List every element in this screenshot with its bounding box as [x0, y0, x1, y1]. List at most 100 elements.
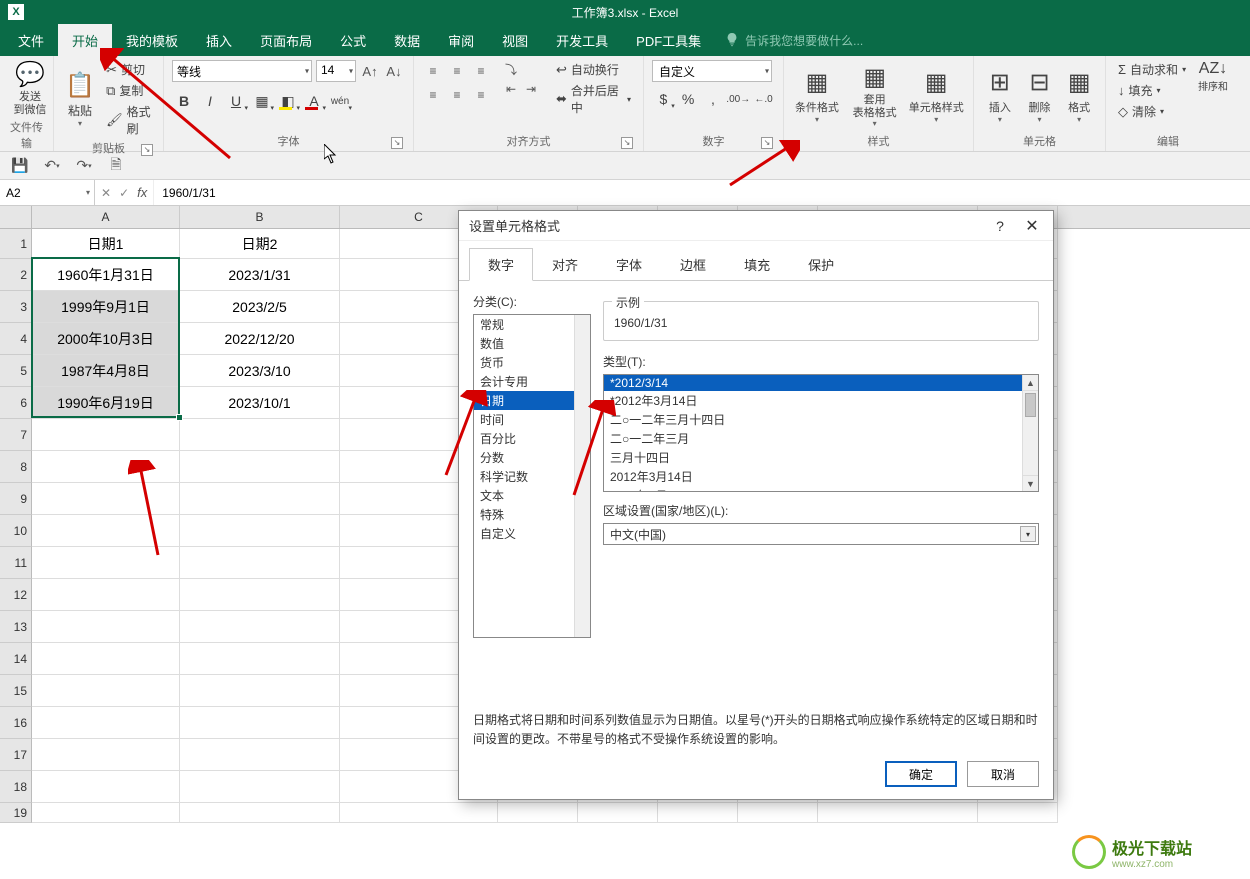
category-item[interactable]: 文本 [474, 486, 590, 505]
dialog-tab-protection[interactable]: 保护 [789, 248, 853, 281]
cell[interactable] [180, 611, 340, 643]
row-header[interactable]: 15 [0, 675, 32, 707]
insert-cells-button[interactable]: ⊞插入▾ [982, 60, 1018, 131]
row-header[interactable]: 11 [0, 547, 32, 579]
category-item[interactable]: 日期 [474, 391, 590, 410]
category-item[interactable]: 分数 [474, 448, 590, 467]
cell[interactable]: 1987年4月8日 [32, 355, 180, 387]
cell[interactable] [498, 803, 578, 823]
type-listbox[interactable]: *2012/3/14*2012年3月14日二○一二年三月十四日二○一二年三月三月… [603, 374, 1039, 492]
fx-icon[interactable]: fx [137, 185, 147, 200]
cell[interactable] [32, 451, 180, 483]
scroll-up-button[interactable]: ▲ [1023, 375, 1038, 391]
cell-styles-button[interactable]: ▦单元格样式▾ [907, 60, 965, 131]
tab-file[interactable]: 文件 [4, 24, 58, 56]
tab-pdf-tools[interactable]: PDF工具集 [622, 24, 715, 56]
dialog-close-button[interactable]: ✕ [1017, 215, 1047, 237]
row-header[interactable]: 17 [0, 739, 32, 771]
category-item[interactable]: 货币 [474, 353, 590, 372]
dialog-help-button[interactable]: ? [989, 215, 1011, 237]
comma-format-button[interactable]: , [702, 88, 725, 110]
category-scrollbar[interactable] [574, 315, 590, 637]
cancel-formula-button[interactable]: ✕ [101, 186, 111, 200]
cell[interactable]: 日期1 [32, 229, 180, 259]
cell[interactable]: 1960年1月31日 [32, 259, 180, 291]
row-header[interactable]: 16 [0, 707, 32, 739]
decrease-font-size-button[interactable]: A↓ [384, 61, 404, 81]
increase-decimal-button[interactable]: .00→ [726, 88, 750, 110]
row-header[interactable]: 8 [0, 451, 32, 483]
cell[interactable] [32, 515, 180, 547]
cell[interactable]: 2023/3/10 [180, 355, 340, 387]
type-item[interactable]: *2012年3月14日 [604, 391, 1038, 410]
wrap-text-button[interactable]: ↩自动换行 [552, 60, 635, 79]
cell[interactable] [180, 771, 340, 803]
cell[interactable] [32, 611, 180, 643]
category-item[interactable]: 数值 [474, 334, 590, 353]
category-item[interactable]: 时间 [474, 410, 590, 429]
cell[interactable] [180, 675, 340, 707]
undo-button[interactable]: ↶▾ [40, 155, 64, 177]
category-item[interactable]: 自定义 [474, 524, 590, 543]
align-left-button[interactable]: ≡ [422, 84, 444, 106]
dialog-titlebar[interactable]: 设置单元格格式 ? ✕ [459, 211, 1053, 241]
cell[interactable] [180, 547, 340, 579]
cell[interactable]: 2023/1/31 [180, 259, 340, 291]
row-header[interactable]: 3 [0, 291, 32, 323]
dialog-tab-alignment[interactable]: 对齐 [533, 248, 597, 281]
row-header[interactable]: 7 [0, 419, 32, 451]
cell[interactable]: 2023/2/5 [180, 291, 340, 323]
accounting-format-button[interactable]: $▾ [652, 88, 675, 110]
align-center-button[interactable]: ≡ [446, 84, 468, 106]
cell[interactable] [180, 419, 340, 451]
select-all-corner[interactable] [0, 206, 32, 228]
category-item[interactable]: 科学记数 [474, 467, 590, 486]
category-item[interactable]: 特殊 [474, 505, 590, 524]
clipboard-dialog-launcher[interactable]: ↘ [141, 144, 153, 156]
cell[interactable] [180, 739, 340, 771]
row-header[interactable]: 4 [0, 323, 32, 355]
cell[interactable] [32, 739, 180, 771]
alignment-dialog-launcher[interactable]: ↘ [621, 137, 633, 149]
row-header[interactable]: 18 [0, 771, 32, 803]
scroll-down-button[interactable]: ▼ [1023, 475, 1038, 491]
type-item[interactable]: *2012/3/14 [604, 375, 1038, 391]
cell[interactable] [32, 675, 180, 707]
tab-view[interactable]: 视图 [488, 24, 542, 56]
increase-indent-button[interactable]: ⇥ [522, 80, 540, 98]
cell[interactable] [978, 803, 1058, 823]
type-item[interactable]: 二○一二年三月十四日 [604, 410, 1038, 429]
cell[interactable] [180, 451, 340, 483]
bold-button[interactable]: B [172, 90, 196, 112]
type-item[interactable]: 2012年3月14日 [604, 467, 1038, 486]
conditional-formatting-button[interactable]: ▦条件格式▾ [792, 60, 842, 131]
tab-my-templates[interactable]: 我的模板 [112, 24, 192, 56]
save-button[interactable]: 💾 [8, 155, 32, 177]
type-item[interactable]: 2012年3月 [604, 486, 1038, 492]
merge-center-button[interactable]: ⬌合并后居中▾ [552, 81, 635, 117]
row-header[interactable]: 19 [0, 803, 32, 823]
dialog-tab-border[interactable]: 边框 [661, 248, 725, 281]
tab-formulas[interactable]: 公式 [326, 24, 380, 56]
cell[interactable] [578, 803, 658, 823]
column-header[interactable]: A [32, 206, 180, 228]
fill-color-button[interactable]: ◧▾ [276, 90, 300, 112]
cell[interactable] [32, 707, 180, 739]
cell[interactable] [32, 483, 180, 515]
cell[interactable]: 2023/10/1 [180, 387, 340, 419]
format-cells-button[interactable]: ▦格式▾ [1061, 60, 1097, 131]
tab-review[interactable]: 审阅 [434, 24, 488, 56]
number-dialog-launcher[interactable]: ↘ [761, 137, 773, 149]
type-item[interactable]: 三月十四日 [604, 448, 1038, 467]
cell[interactable] [818, 803, 978, 823]
row-header[interactable]: 5 [0, 355, 32, 387]
formula-input[interactable]: 1960/1/31 [154, 180, 1250, 205]
delete-cells-button[interactable]: ⊟删除▾ [1022, 60, 1058, 131]
row-header[interactable]: 14 [0, 643, 32, 675]
italic-button[interactable]: I [198, 90, 222, 112]
align-bottom-button[interactable]: ≡ [470, 60, 492, 82]
cell[interactable] [32, 419, 180, 451]
format-as-table-button[interactable]: ▦套用表格格式▾ [846, 60, 904, 131]
category-listbox[interactable]: 常规数值货币会计专用日期时间百分比分数科学记数文本特殊自定义 [473, 314, 591, 638]
type-scrollbar[interactable]: ▲ ▼ [1022, 375, 1038, 491]
